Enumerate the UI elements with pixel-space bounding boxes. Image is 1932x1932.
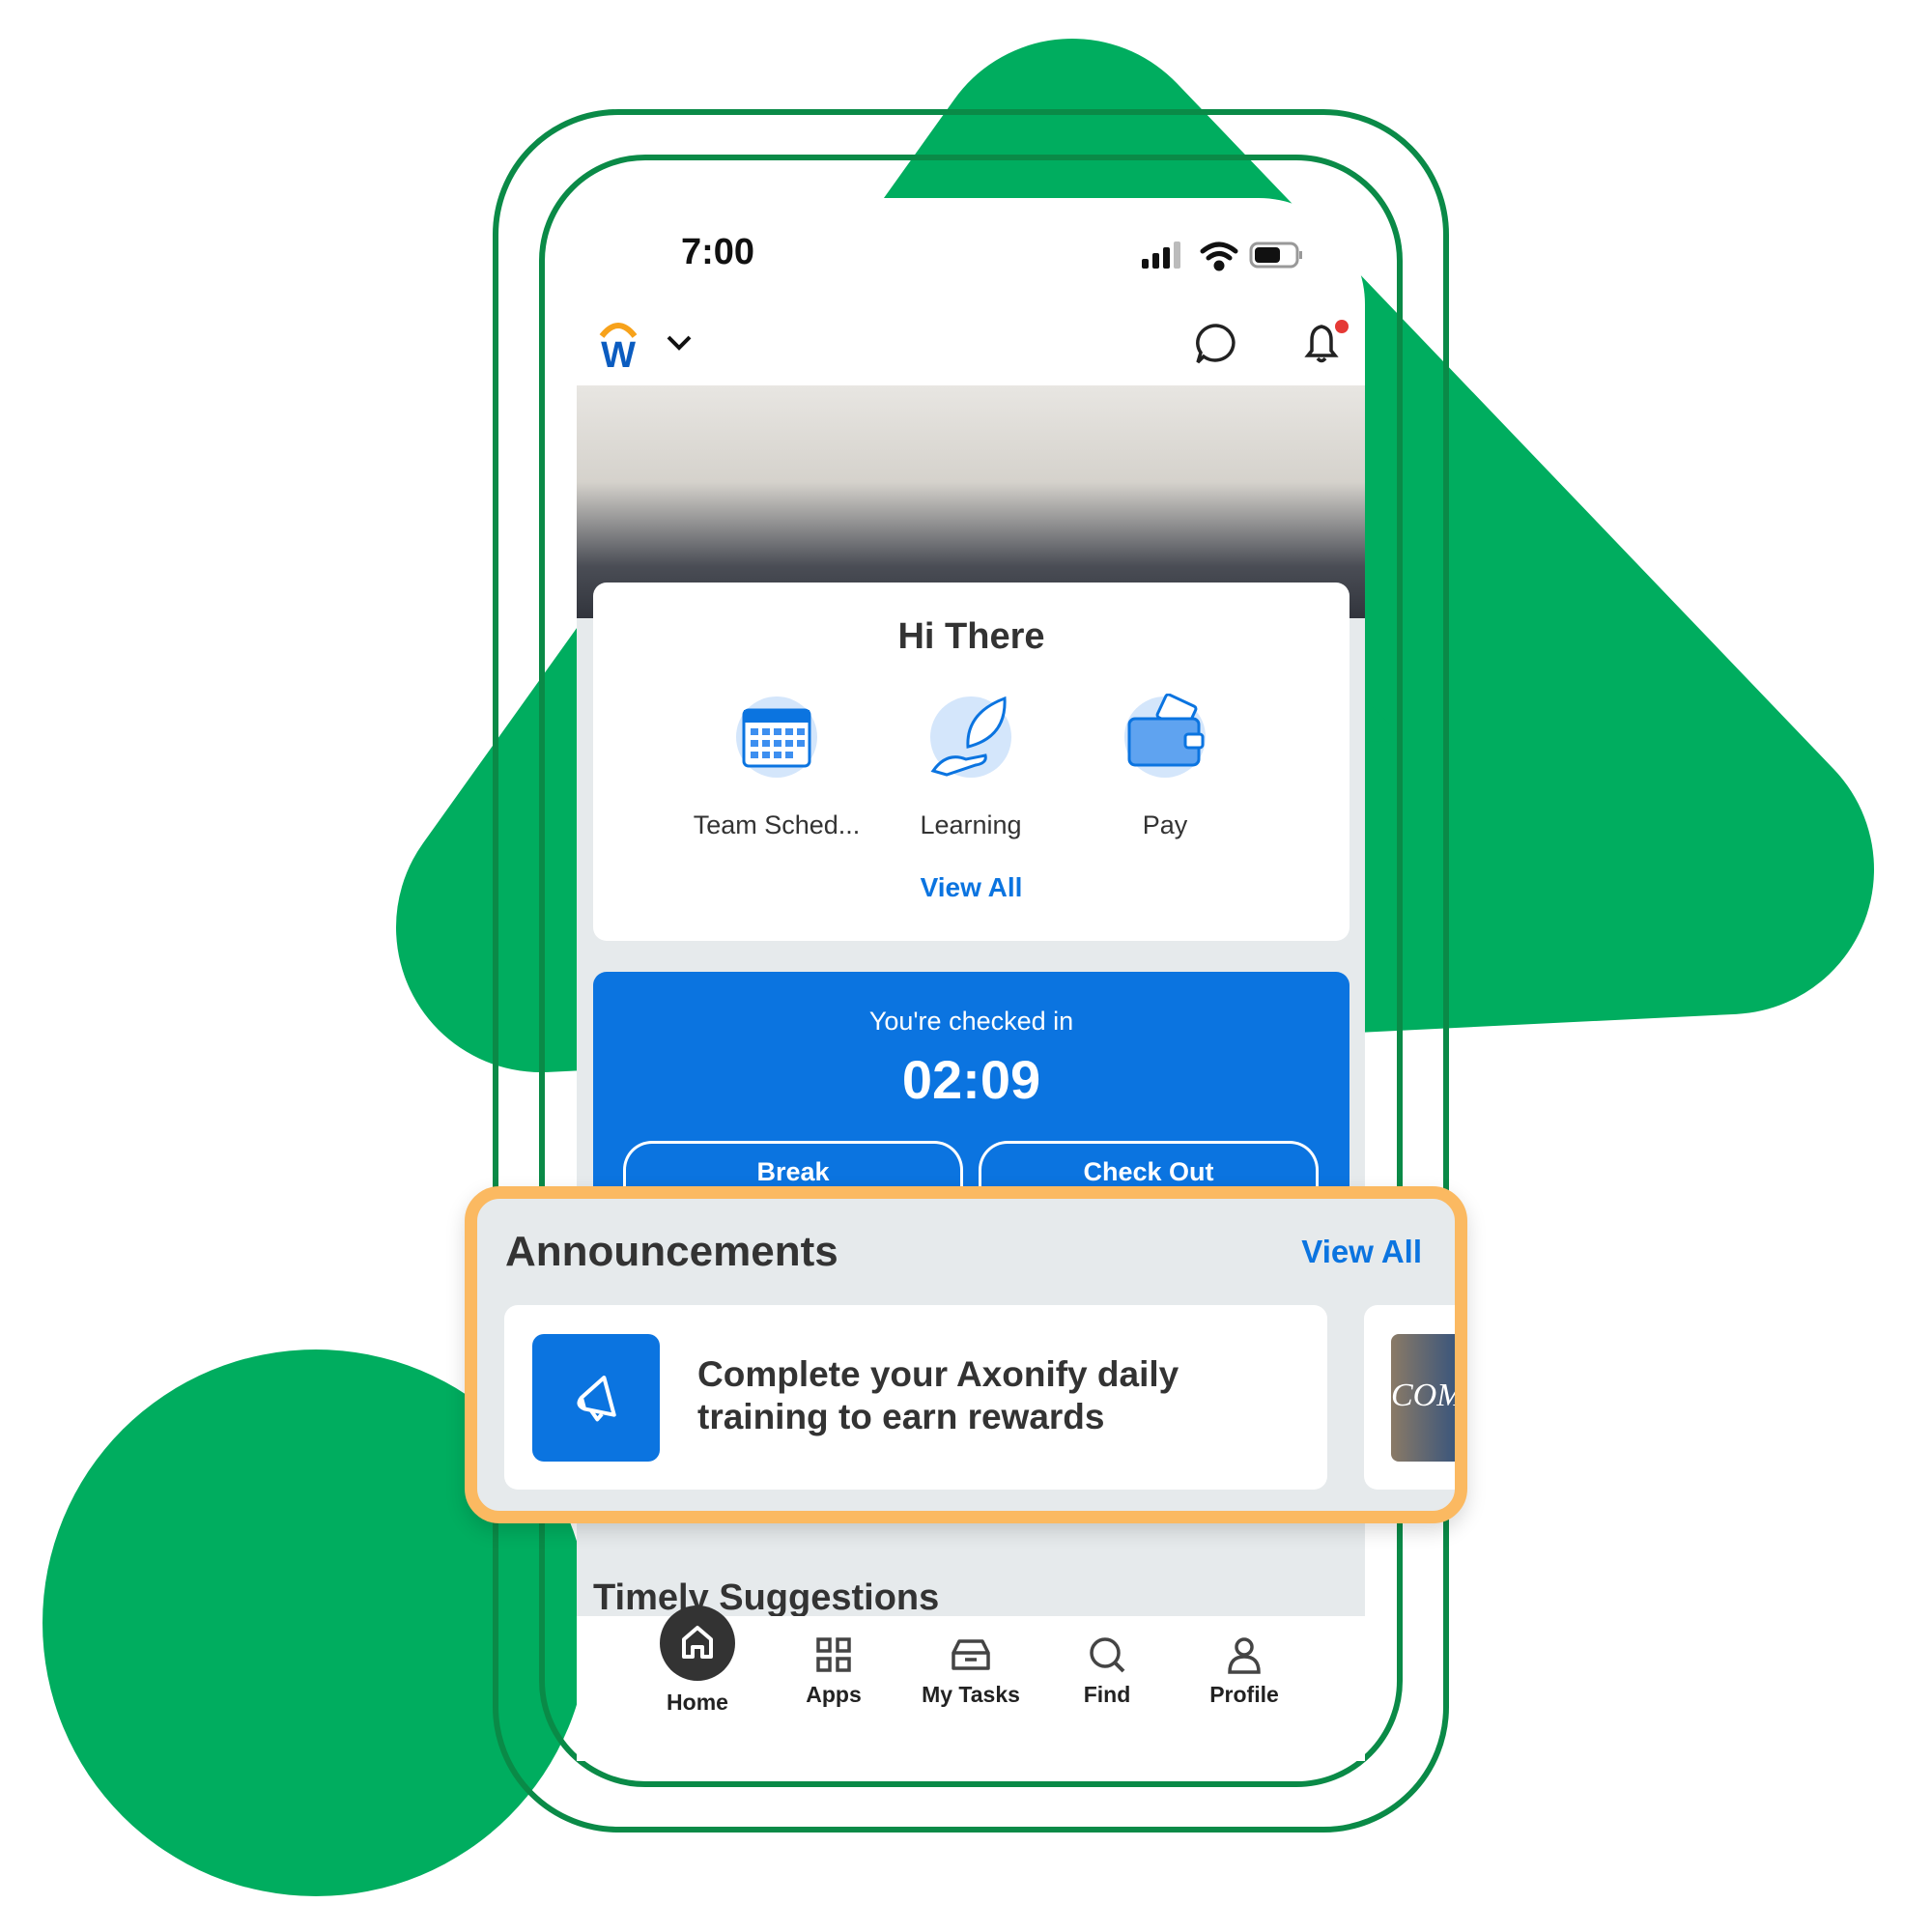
svg-text:W: W	[601, 335, 636, 369]
nav-my-tasks[interactable]: My Tasks	[913, 1635, 1029, 1708]
greeting-title: Hi There	[897, 616, 1045, 657]
nav-label: My Tasks	[922, 1682, 1020, 1707]
leaf-hand-icon	[930, 696, 1011, 778]
app-shortcut-pay[interactable]: Pay	[1078, 693, 1252, 840]
app-label: Team Sched...	[693, 810, 861, 839]
wallet-icon	[1124, 693, 1206, 778]
bottom-nav: Home Apps My Tasks Find Profile	[577, 1605, 1365, 1761]
welcome-card: Hi There Team Sched... Learning Pay View…	[593, 582, 1350, 941]
chat-icon[interactable]	[1194, 322, 1238, 366]
battery-icon	[1249, 242, 1302, 269]
announcements-section: Announcements View All Complete your Axo…	[465, 1186, 1467, 1523]
nav-label: Profile	[1209, 1682, 1279, 1707]
announcement-text: Complete your Axonify daily training to …	[697, 1354, 1179, 1436]
nav-label: Find	[1083, 1682, 1131, 1707]
status-icons	[1142, 242, 1302, 271]
app-shortcut-team-schedule[interactable]: Team Sched...	[690, 694, 864, 840]
home-icon	[660, 1605, 735, 1681]
nav-find[interactable]: Find	[1049, 1635, 1165, 1708]
wifi-icon	[1200, 242, 1238, 271]
announcement-icon-tile	[532, 1334, 660, 1462]
announcement-card[interactable]: Complete your Axonify daily training to …	[504, 1305, 1327, 1490]
check-in-timer: 02:09	[901, 1049, 1041, 1110]
nav-apps[interactable]: Apps	[776, 1635, 892, 1708]
person-icon	[1228, 1637, 1261, 1674]
announcement-card-partial[interactable]: COME	[1364, 1305, 1455, 1490]
grid-icon	[816, 1637, 851, 1672]
app-label: Learning	[920, 810, 1022, 839]
megaphone-icon	[577, 1376, 616, 1422]
status-time: 7:00	[681, 232, 755, 272]
chevron-down-icon[interactable]	[665, 333, 694, 353]
calendar-icon	[736, 696, 817, 778]
nav-profile[interactable]: Profile	[1186, 1635, 1302, 1708]
nav-label: Home	[667, 1690, 728, 1715]
check-in-status: You're checked in	[868, 1007, 1074, 1036]
bell-icon[interactable]	[1298, 319, 1350, 367]
check-in-card: You're checked in 02:09 Break Check Out	[593, 972, 1350, 1199]
nav-home[interactable]: Home	[639, 1605, 755, 1716]
view-all-apps-link[interactable]: View All	[593, 872, 1350, 903]
app-shortcut-learning[interactable]: Learning	[884, 694, 1058, 840]
inbox-icon	[952, 1639, 990, 1670]
announcements-title: Announcements	[505, 1228, 838, 1275]
signal-icon	[1142, 242, 1180, 269]
notification-dot	[1335, 320, 1349, 333]
announcement-thumbnail: COME	[1391, 1334, 1455, 1462]
announcements-view-all-link[interactable]: View All	[1301, 1234, 1422, 1270]
search-icon	[1090, 1637, 1125, 1673]
workday-logo[interactable]: W	[594, 319, 642, 376]
app-label: Pay	[1142, 810, 1188, 839]
nav-label: Apps	[806, 1682, 862, 1707]
